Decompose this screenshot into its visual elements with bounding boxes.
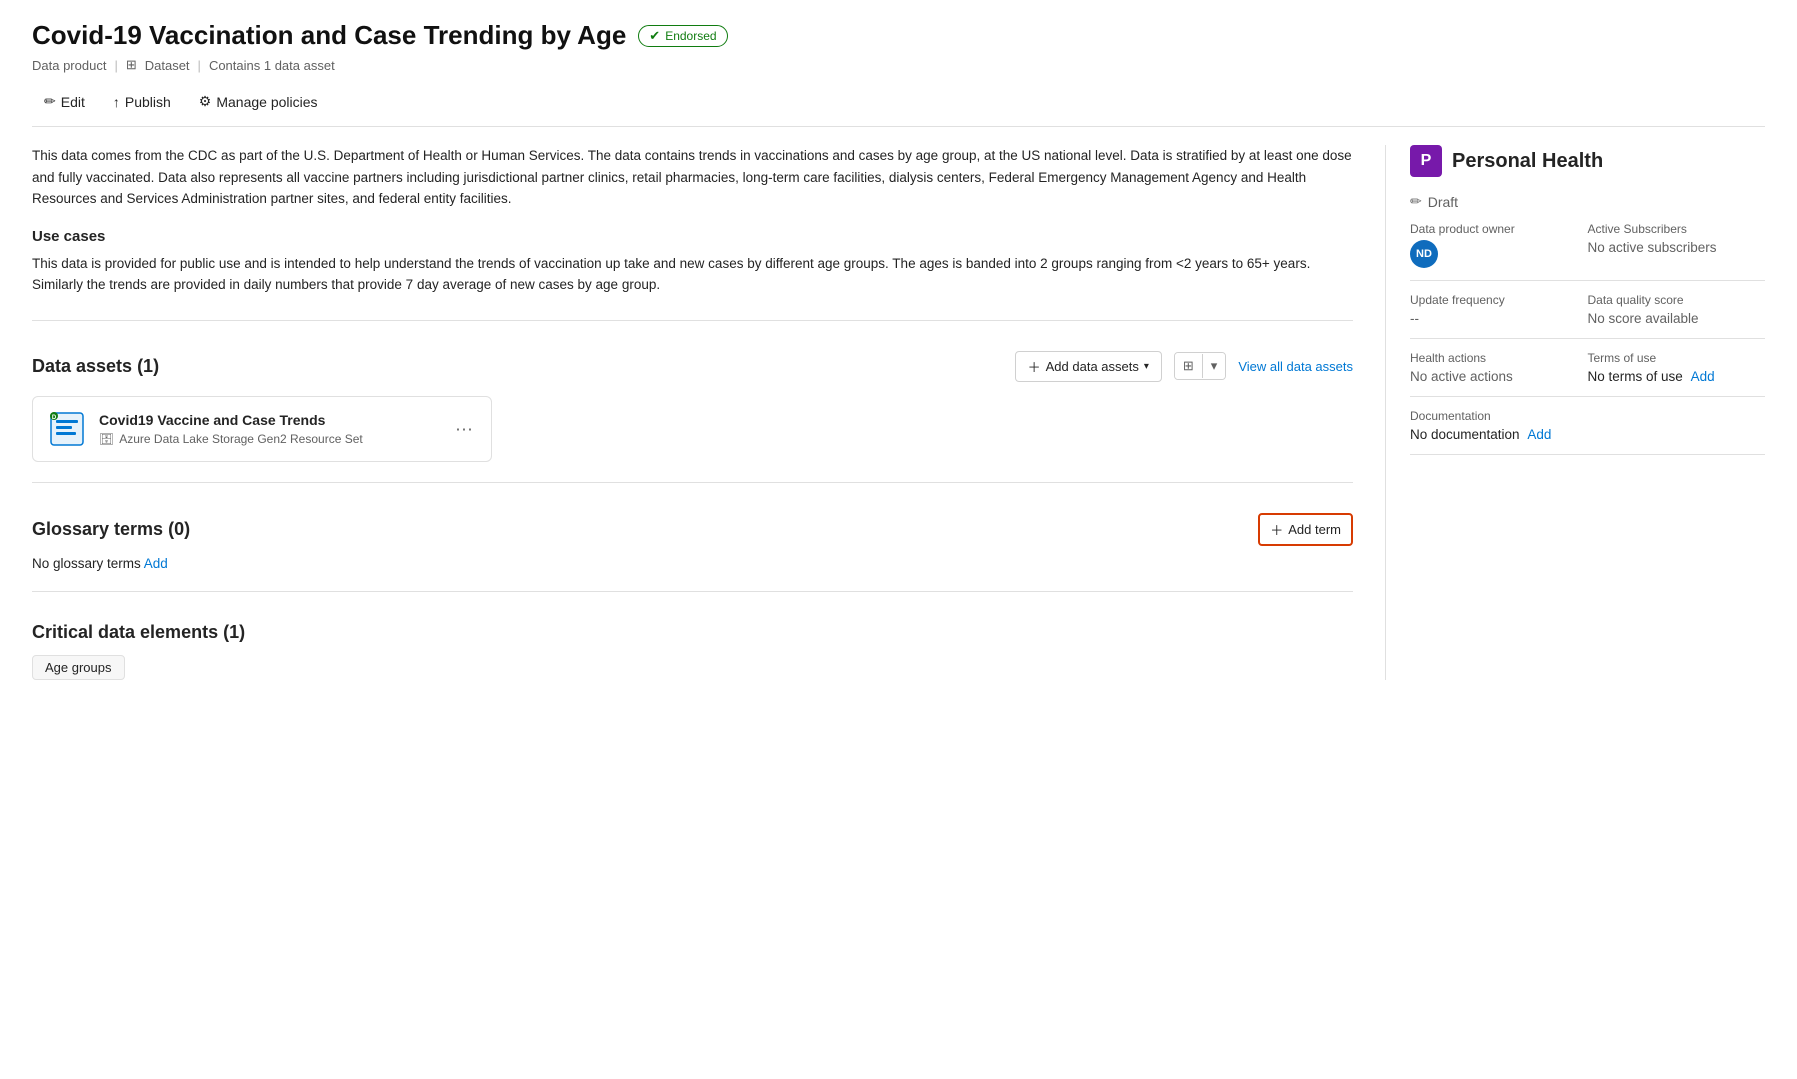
right-panel: P Personal Health ✏ Draft Data product o… — [1385, 145, 1765, 680]
rp-health-actions-value: No active actions — [1410, 369, 1588, 384]
edit-label: Edit — [61, 94, 85, 110]
cde-tag: Age groups — [32, 655, 125, 680]
glossary-title: Glossary terms (0) — [32, 519, 190, 540]
manage-policies-button[interactable]: ⚙ Manage policies — [187, 87, 330, 116]
manage-policies-label: Manage policies — [216, 94, 317, 110]
add-data-assets-button[interactable]: ＋ Add data assets ▾ — [1015, 351, 1162, 382]
rp-owner-value: ND — [1410, 240, 1588, 268]
add-data-assets-label: Add data assets — [1046, 359, 1139, 374]
use-cases-heading: Use cases — [32, 228, 1353, 245]
glossary-add-link[interactable]: Add — [144, 556, 168, 571]
add-term-button[interactable]: ＋ Add term — [1258, 513, 1353, 546]
rp-subscribers-value: No active subscribers — [1588, 240, 1766, 255]
policies-icon: ⚙ — [199, 93, 212, 110]
asset-name: Covid19 Vaccine and Case Trends — [99, 412, 475, 428]
publish-label: Publish — [125, 94, 171, 110]
glossary-section: Glossary terms (0) ＋ Add term No glossar… — [32, 513, 1353, 571]
breadcrumb-type: Data product — [32, 58, 106, 73]
rp-badge: P — [1410, 145, 1442, 177]
asset-card: D Covid19 Vaccine and Case Trends 🗄 Azur… — [32, 396, 492, 462]
data-assets-title: Data assets (1) — [32, 356, 159, 377]
rp-health-actions-cell: Health actions No active actions — [1410, 339, 1588, 397]
rp-header: P Personal Health — [1410, 145, 1765, 177]
toggle-chevron-button[interactable]: ▾ — [1203, 353, 1226, 379]
data-assets-section-header: Data assets (1) ＋ Add data assets ▾ ⊞ ▾ … — [32, 351, 1353, 382]
rp-quality-cell: Data quality score No score available — [1588, 281, 1766, 339]
rp-subscribers-label: Active Subscribers — [1588, 222, 1766, 236]
docs-add-link[interactable]: Add — [1527, 427, 1551, 442]
divider-1 — [32, 320, 1353, 321]
rp-status: ✏ Draft — [1410, 193, 1765, 210]
cde-tags: Age groups — [32, 655, 1353, 680]
breadcrumb-dataset: Dataset — [145, 58, 190, 73]
use-cases-text: This data is provided for public use and… — [32, 253, 1353, 296]
edit-icon: ✏ — [44, 93, 56, 110]
owner-avatar: ND — [1410, 240, 1438, 268]
glossary-header: Glossary terms (0) ＋ Add term — [32, 513, 1353, 546]
grid-view-button[interactable]: ⊞ — [1175, 353, 1202, 379]
rp-owner-cell: Data product owner ND — [1410, 210, 1588, 281]
rp-frequency-value: -- — [1410, 311, 1588, 326]
rp-health-actions-label: Health actions — [1410, 351, 1588, 365]
rp-terms-cell: Terms of use No terms of use Add — [1588, 339, 1766, 397]
check-icon: ✔ — [649, 28, 660, 44]
draft-icon: ✏ — [1410, 193, 1422, 210]
asset-more-button[interactable]: ··· — [449, 414, 479, 443]
rp-docs-value: No documentation Add — [1410, 427, 1765, 442]
view-all-data-assets-link[interactable]: View all data assets — [1238, 359, 1353, 374]
endorsed-badge: ✔ Endorsed — [638, 25, 727, 47]
edit-button[interactable]: ✏ Edit — [32, 87, 97, 116]
breadcrumb-contains: Contains 1 data asset — [209, 58, 335, 73]
terms-add-link[interactable]: Add — [1691, 369, 1715, 384]
rp-subscribers-cell: Active Subscribers No active subscribers — [1588, 210, 1766, 281]
rp-status-label: Draft — [1428, 194, 1458, 210]
breadcrumb-sep1: | — [114, 58, 117, 73]
rp-info-grid: Data product owner ND Active Subscribers… — [1410, 210, 1765, 455]
asset-type-icon: 🗄 — [99, 432, 114, 446]
breadcrumb-sep2: | — [198, 58, 201, 73]
add-term-label: Add term — [1288, 522, 1341, 537]
page-title: Covid-19 Vaccination and Case Trending b… — [32, 20, 626, 51]
rp-frequency-cell: Update frequency -- — [1410, 281, 1588, 339]
rp-docs-label: Documentation — [1410, 409, 1765, 423]
rp-owner-label: Data product owner — [1410, 222, 1588, 236]
glossary-empty-text: No glossary terms — [32, 556, 141, 571]
asset-type-label: Azure Data Lake Storage Gen2 Resource Se… — [119, 432, 362, 446]
glossary-empty: No glossary terms Add — [32, 556, 1353, 571]
publish-button[interactable]: ↑ Publish — [101, 88, 183, 116]
rp-terms-value: No terms of use Add — [1588, 369, 1766, 384]
rp-terms-text: No terms of use — [1588, 369, 1683, 384]
rp-docs-text: No documentation — [1410, 427, 1520, 442]
plus-icon: ＋ — [1028, 357, 1041, 376]
rp-quality-label: Data quality score — [1588, 293, 1766, 307]
asset-type: 🗄 Azure Data Lake Storage Gen2 Resource … — [99, 432, 475, 446]
rp-frequency-label: Update frequency — [1410, 293, 1588, 307]
chevron-down-icon: ▾ — [1144, 361, 1149, 372]
add-term-plus-icon: ＋ — [1270, 520, 1283, 539]
svg-text:D: D — [52, 415, 57, 421]
cde-title: Critical data elements (1) — [32, 622, 1353, 643]
toolbar: ✏ Edit ↑ Publish ⚙ Manage policies — [32, 87, 1765, 127]
view-toggle: ⊞ ▾ — [1174, 352, 1226, 380]
divider-3 — [32, 591, 1353, 592]
asset-icon: D — [49, 411, 85, 447]
rp-title: Personal Health — [1452, 150, 1603, 173]
dataset-icon: ⊞ — [126, 57, 137, 73]
critical-data-elements-section: Critical data elements (1) Age groups — [32, 622, 1353, 680]
endorsed-label: Endorsed — [665, 29, 716, 43]
divider-2 — [32, 482, 1353, 483]
rp-quality-value: No score available — [1588, 311, 1766, 326]
breadcrumb: Data product | ⊞ Dataset | Contains 1 da… — [32, 57, 1765, 73]
rp-terms-label: Terms of use — [1588, 351, 1766, 365]
asset-info: Covid19 Vaccine and Case Trends 🗄 Azure … — [99, 412, 475, 446]
description-text: This data comes from the CDC as part of … — [32, 145, 1353, 210]
rp-docs-cell: Documentation No documentation Add — [1410, 397, 1765, 455]
publish-icon: ↑ — [113, 94, 120, 110]
